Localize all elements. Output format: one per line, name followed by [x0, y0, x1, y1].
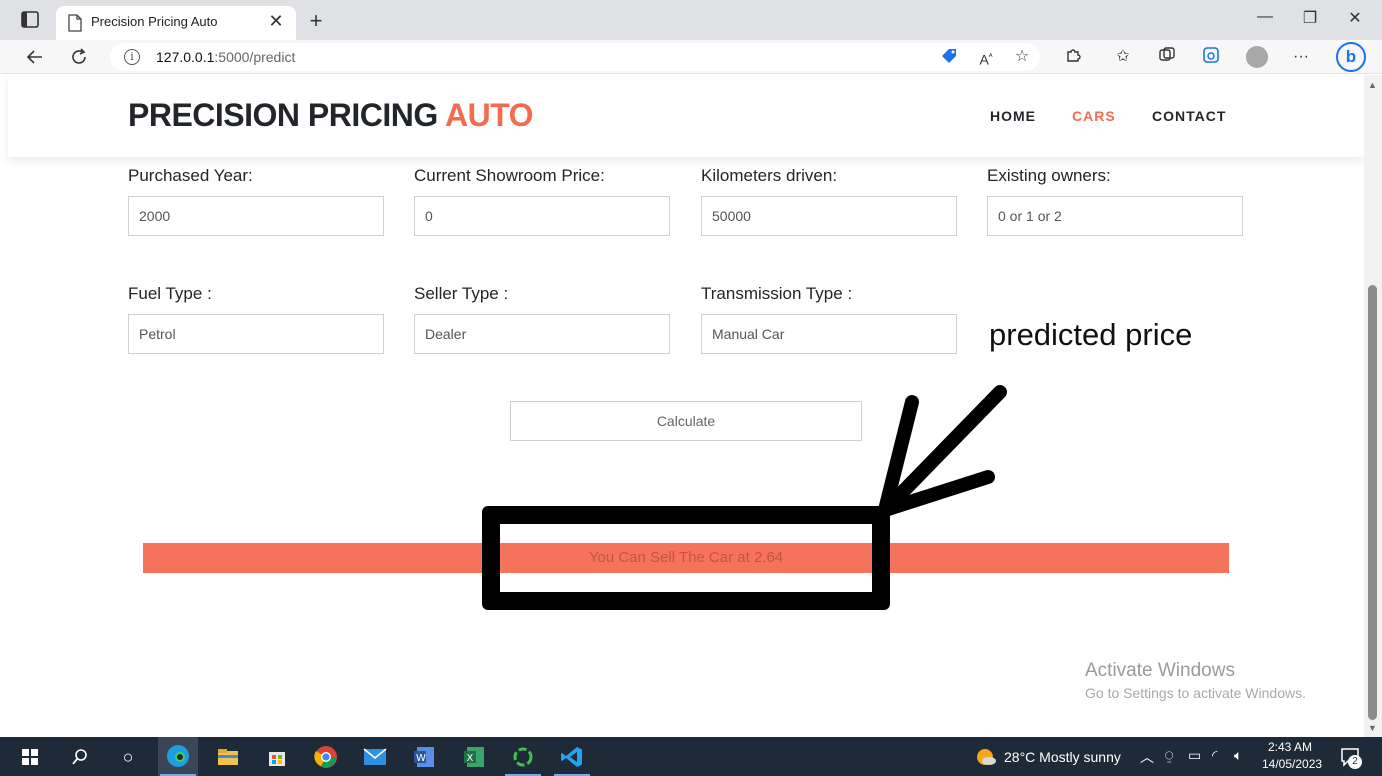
battery-icon[interactable]: ▭	[1188, 747, 1201, 764]
profile-avatar[interactable]	[1246, 46, 1268, 68]
annotation-highlight-box	[482, 506, 890, 610]
seller-type-select[interactable]: Dealer	[414, 314, 670, 354]
clock-time[interactable]: 2:43 AM	[1268, 740, 1312, 754]
address-bar[interactable]: i 127.0.0.1:5000/predict	[110, 43, 1040, 71]
minimize-button[interactable]: —	[1250, 8, 1280, 26]
activate-windows-title: Activate Windows	[1085, 660, 1235, 681]
nav-home[interactable]: HOME	[990, 108, 1036, 124]
activate-windows-subtitle: Go to Settings to activate Windows.	[1085, 685, 1306, 701]
document-icon	[68, 14, 82, 32]
fuel-type-select[interactable]: Petrol	[128, 314, 384, 354]
page-scrollbar[interactable]: ▲ ▼	[1364, 75, 1382, 737]
windows-start-icon[interactable]	[16, 743, 44, 771]
back-arrow-icon[interactable]	[22, 44, 48, 70]
meet-now-icon[interactable]: ⍜	[1165, 747, 1173, 764]
nav-contact[interactable]: CONTACT	[1152, 108, 1226, 124]
windows-taskbar: ○ W X 28°C Mostly sunny ︿ ⍜ ▭ ◜ 🔈︎ 2:43 …	[0, 737, 1382, 776]
tab-title: Precision Pricing Auto	[91, 14, 218, 29]
purchased-year-input[interactable]: 2000	[128, 196, 384, 236]
restore-button[interactable]: ❐	[1295, 8, 1325, 28]
vscode-icon[interactable]	[558, 743, 586, 771]
bing-chat-icon[interactable]: b	[1336, 42, 1366, 72]
svg-text:X: X	[467, 753, 474, 764]
browser-tab-bar: Precision Pricing Auto ✕ + — ❐ ✕	[0, 0, 1382, 40]
page-viewport: PRECISION PRICING AUTO HOME CARS CONTACT…	[0, 75, 1364, 737]
clock-date[interactable]: 14/05/2023	[1262, 757, 1322, 771]
transmission-label: Transmission Type :	[701, 284, 853, 303]
edge-bar-icon[interactable]	[1200, 46, 1222, 68]
kilometers-label: Kilometers driven:	[701, 166, 838, 185]
seller-type-label: Seller Type :	[414, 284, 509, 303]
browser-toolbar: i 127.0.0.1:5000/predict Aᴬ ☆ ✩ ··· b	[0, 40, 1382, 74]
excel-icon[interactable]: X	[460, 743, 488, 771]
tag-icon[interactable]	[938, 46, 960, 68]
tab-actions-icon[interactable]	[20, 10, 42, 30]
browser-tab[interactable]: Precision Pricing Auto ✕	[56, 6, 296, 40]
word-icon[interactable]: W	[410, 743, 438, 771]
weather-sun-icon[interactable]	[972, 743, 1000, 771]
wifi-icon[interactable]: ◜	[1212, 747, 1217, 764]
app-ring-icon[interactable]	[509, 743, 537, 771]
notification-count-badge: 2	[1348, 755, 1362, 769]
kilometers-input[interactable]: 50000	[701, 196, 957, 236]
owners-input[interactable]: 0 or 1 or 2	[987, 196, 1243, 236]
nav-cars[interactable]: CARS	[1072, 108, 1116, 124]
scroll-thumb[interactable]	[1368, 285, 1377, 720]
scroll-up-arrow-icon[interactable]: ▲	[1368, 80, 1377, 90]
new-tab-button[interactable]: +	[304, 8, 328, 34]
site-info-icon[interactable]: i	[124, 49, 140, 65]
search-icon[interactable]	[66, 743, 94, 771]
collections-icon[interactable]	[1156, 46, 1178, 68]
favorite-star-icon[interactable]: ☆	[1011, 46, 1033, 68]
volume-icon[interactable]: 🔈︎	[1234, 747, 1242, 764]
site-header: PRECISION PRICING AUTO HOME CARS CONTACT	[8, 75, 1364, 157]
close-window-button[interactable]: ✕	[1340, 8, 1370, 28]
url-text: 127.0.0.1:5000/predict	[156, 49, 296, 65]
showroom-price-label: Current Showroom Price:	[414, 166, 605, 185]
edge-taskbar-icon[interactable]	[158, 737, 198, 776]
owners-label: Existing owners:	[987, 166, 1111, 185]
read-aloud-icon[interactable]: Aᴬ	[975, 46, 997, 68]
site-logo[interactable]: PRECISION PRICING AUTO	[128, 97, 534, 134]
tab-close-icon[interactable]: ✕	[266, 11, 286, 32]
calculate-button[interactable]: Calculate	[510, 401, 862, 441]
file-explorer-icon[interactable]	[214, 743, 242, 771]
refresh-icon[interactable]	[66, 44, 92, 70]
weather-text[interactable]: 28°C Mostly sunny	[1004, 749, 1121, 765]
more-options-icon[interactable]: ···	[1290, 46, 1312, 68]
favorites-list-icon[interactable]: ✩	[1112, 46, 1134, 68]
mail-icon[interactable]	[361, 743, 389, 771]
extensions-icon[interactable]	[1062, 46, 1084, 68]
annotation-label: predicted price	[989, 317, 1193, 352]
purchased-year-label: Purchased Year:	[128, 166, 253, 185]
showroom-price-input[interactable]: 0	[414, 196, 670, 236]
scroll-down-arrow-icon[interactable]: ▼	[1368, 723, 1377, 733]
tray-chevron-up-icon[interactable]: ︿	[1140, 747, 1154, 767]
transmission-select[interactable]: Manual Car	[701, 314, 957, 354]
svg-text:W: W	[416, 753, 426, 764]
task-view-icon[interactable]: ○	[114, 743, 142, 771]
fuel-type-label: Fuel Type :	[128, 284, 212, 303]
store-icon[interactable]	[263, 743, 291, 771]
annotation-arrow-icon	[878, 385, 1007, 517]
chrome-icon[interactable]	[312, 743, 340, 771]
